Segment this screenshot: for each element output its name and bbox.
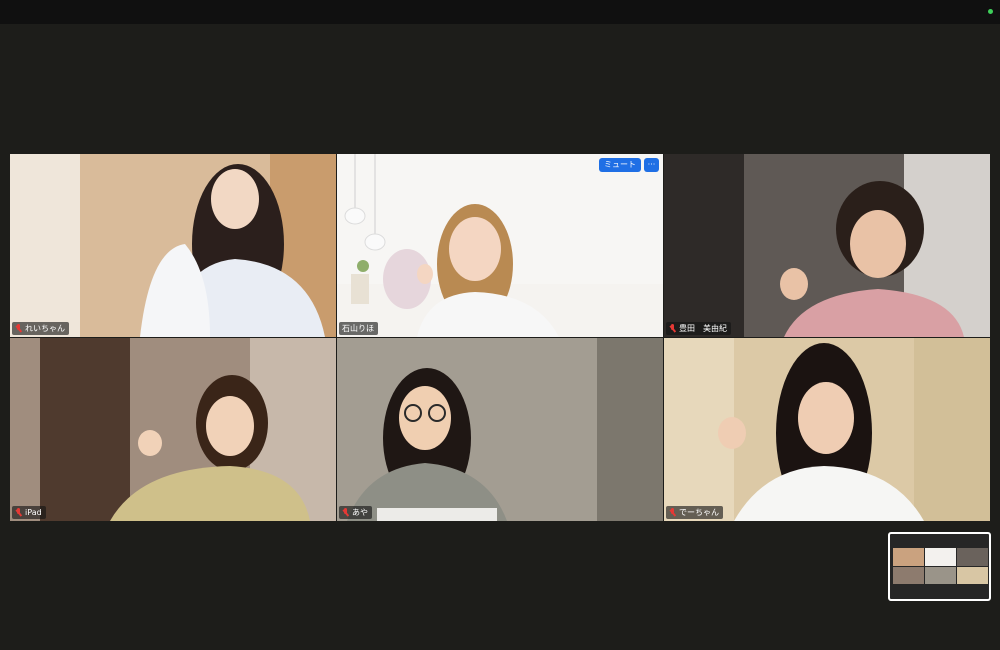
gallery-view: れいちゃん ミュート ··· 石山りほ 豊田 美由紀 iPad あや でーちゃん [0,24,1000,650]
participant-video [664,154,990,337]
self-view-thumbnail[interactable] [888,532,991,601]
thumb-cell [957,548,988,566]
participant-name-tag: でーちゃん [666,506,723,519]
video-tile-4[interactable]: iPad [10,338,336,521]
participant-video [10,338,336,521]
participant-name-tag: れいちゃん [12,322,69,335]
status-indicator [988,9,993,14]
mic-muted-icon [15,508,22,517]
more-options-button[interactable]: ··· [644,158,659,172]
thumb-cell [893,548,924,566]
thumbnail-grid [893,548,988,584]
tile-controls: ミュート ··· [599,158,659,172]
mic-muted-icon [342,508,349,517]
thumb-cell [925,566,956,584]
participant-video [337,154,663,337]
thumb-cell [957,566,988,584]
mute-button[interactable]: ミュート [599,158,641,172]
participant-name: 豊田 美由紀 [679,324,727,333]
participant-video [664,338,990,521]
mic-muted-icon [15,324,22,333]
participant-name: iPad [25,508,42,517]
participant-name: でーちゃん [679,508,719,517]
participant-name-tag: iPad [12,506,46,519]
thumb-cell [925,548,956,566]
top-bar [0,0,1000,24]
participant-name: れいちゃん [25,324,65,333]
participant-name: あや [352,508,368,517]
participant-name-tag: 豊田 美由紀 [666,322,731,335]
mic-muted-icon [669,324,676,333]
participant-name: 石山りほ [342,324,374,333]
mic-muted-icon [669,508,676,517]
video-tile-3[interactable]: 豊田 美由紀 [664,154,990,337]
video-tile-1[interactable]: れいちゃん [10,154,336,337]
thumb-cell [893,566,924,584]
video-tile-2[interactable]: ミュート ··· 石山りほ [337,154,663,337]
participant-video [10,154,336,337]
participant-video [337,338,663,521]
participant-name-tag: 石山りほ [339,322,378,335]
video-tile-6[interactable]: でーちゃん [664,338,990,521]
participant-name-tag: あや [339,506,372,519]
video-tile-5[interactable]: あや [337,338,663,521]
